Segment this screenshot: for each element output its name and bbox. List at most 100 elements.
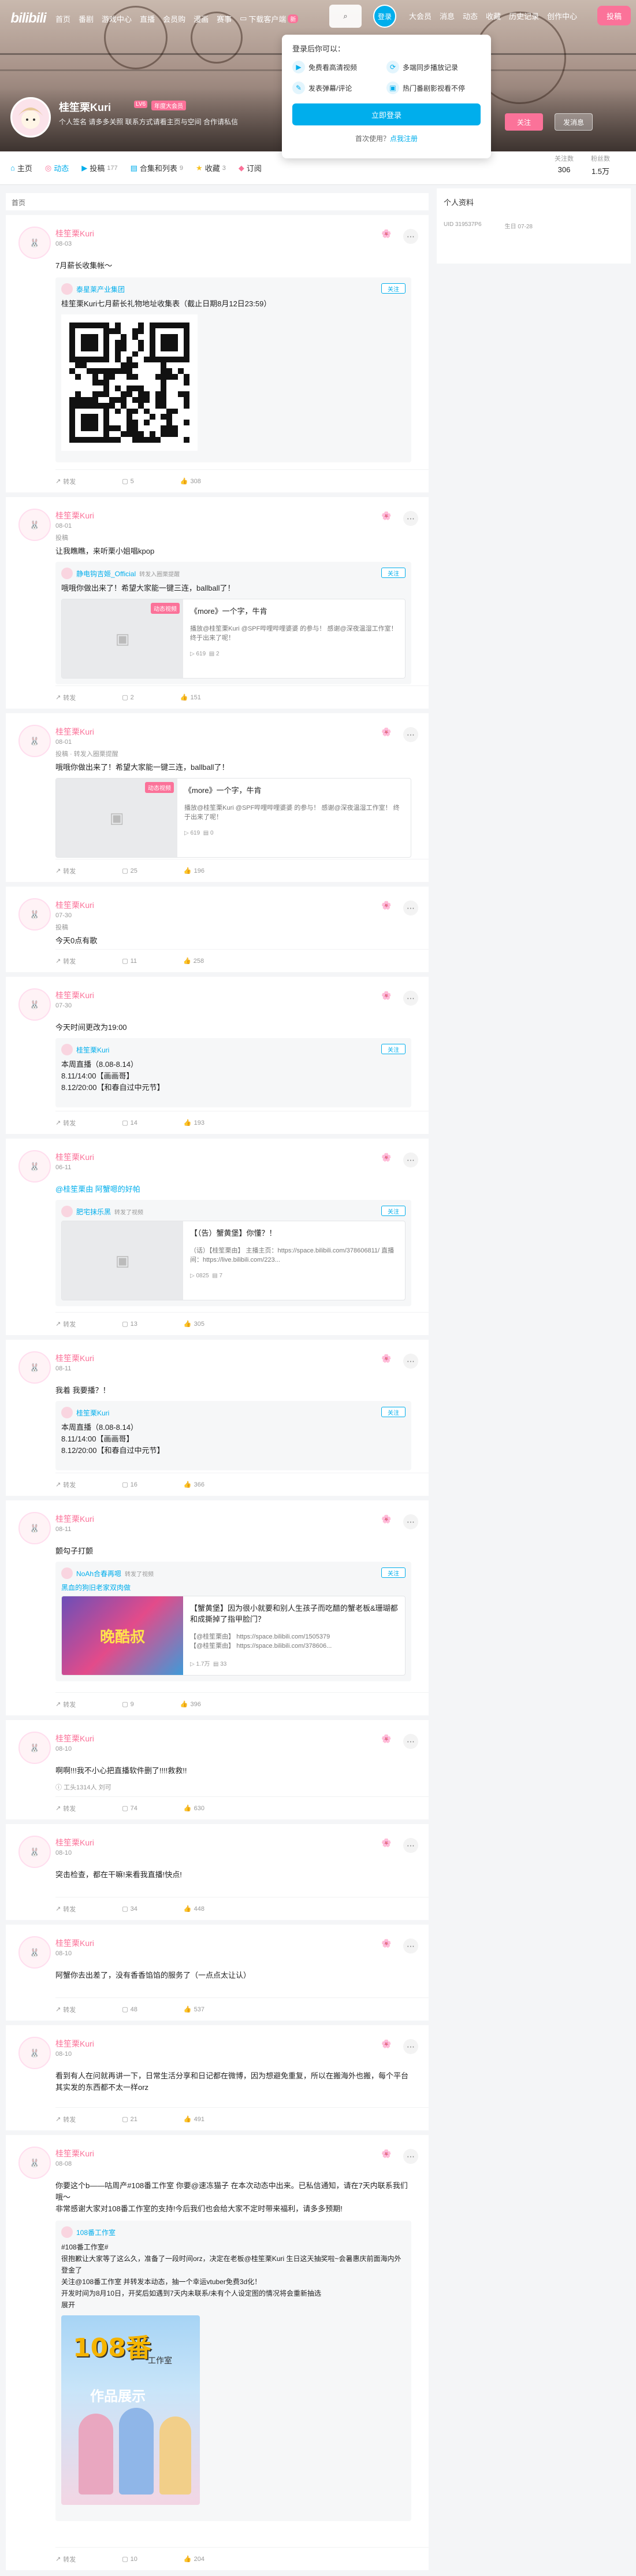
avatar[interactable]: 🐰	[18, 1836, 51, 1868]
quote-author[interactable]: 静电钩吉姬_Official	[76, 569, 136, 579]
more-icon[interactable]: ⋯	[403, 1514, 418, 1529]
nav-download[interactable]: ▭ 下载客户端 新	[240, 13, 299, 24]
more-icon[interactable]: ⋯	[403, 511, 418, 526]
comment-button[interactable]: ▢ 10	[122, 2555, 137, 2563]
nav-live[interactable]: 直播	[140, 13, 155, 24]
like-button[interactable]: 👍 537	[184, 2006, 204, 2014]
quote-author[interactable]: 桂笙栗Kuri	[76, 1408, 109, 1418]
like-button[interactable]: 👍 308	[180, 477, 201, 485]
tab-dynamic[interactable]: ◎ 动态	[45, 162, 69, 173]
avatar[interactable]: 🐰	[18, 1512, 51, 1544]
message-button[interactable]: 发消息	[555, 113, 593, 131]
quote-author[interactable]: 泰星莱产业集团	[76, 284, 125, 294]
profile-avatar[interactable]	[10, 97, 51, 138]
nav-vip[interactable]: 大会员	[409, 10, 432, 21]
comment-button[interactable]: ▢ 34	[122, 1905, 137, 1913]
quote-author[interactable]: 108番工作室	[76, 2227, 116, 2237]
nav-mall[interactable]: 会员购	[163, 13, 185, 24]
card-author[interactable]: 桂笙栗Kuri	[55, 726, 94, 737]
quoted-post[interactable]: 桂笙栗Kuri 关注 本周直播（8.08-8.14） 8.11/14:00【画画…	[55, 1038, 411, 1107]
search-button[interactable]: ⌕	[329, 5, 362, 28]
quote-follow-button[interactable]: 关注	[381, 568, 406, 578]
card-author[interactable]: 桂笙栗Kuri	[55, 2038, 94, 2049]
comment-button[interactable]: ▢ 16	[122, 1481, 137, 1489]
quote-sub[interactable]: 黑血的狗旧老家双肉做	[61, 1582, 406, 1592]
bilibili-logo[interactable]: bilibili	[8, 8, 49, 29]
avatar[interactable]: 🐰	[18, 898, 51, 931]
comment-button[interactable]: ▢ 11	[122, 957, 137, 965]
share-button[interactable]: ↗ 转发	[55, 1118, 76, 1128]
video-card[interactable]: 晚酷叔 【蟹黄堡】因为很小就要和别人生孩子而吃醋的蟹老板&珊瑚都和成撕掉了指甲脸…	[61, 1596, 406, 1676]
share-button[interactable]: ↗ 转发	[55, 477, 76, 486]
avatar[interactable]: 🐰	[18, 509, 51, 541]
stat-fans[interactable]: 粉丝数 1.5万	[591, 154, 610, 176]
quote-author[interactable]: NoAh合春再嗯	[76, 1569, 121, 1578]
avatar[interactable]: 🐰	[18, 227, 51, 259]
share-button[interactable]: ↗ 转发	[55, 2115, 76, 2124]
nav-favorites[interactable]: 收藏	[486, 10, 501, 21]
quote-follow-button[interactable]: 关注	[381, 283, 406, 294]
quote-author[interactable]: 桂笙栗Kuri	[76, 1045, 109, 1055]
tab-favorites[interactable]: ★ 收藏 3	[196, 162, 226, 173]
card-author[interactable]: 桂笙栗Kuri	[55, 1151, 94, 1163]
share-button[interactable]: ↗ 转发	[55, 866, 76, 876]
nav-game[interactable]: 游戏中心	[102, 13, 132, 24]
more-icon[interactable]: ⋯	[403, 1152, 418, 1167]
stat-following[interactable]: 关注数 306	[555, 154, 574, 176]
comment-button[interactable]: ▢ 25	[122, 867, 137, 875]
nav-history[interactable]: 历史记录	[509, 10, 539, 21]
quoted-post[interactable]: 108番工作室 #108番工作室# 很抱歉让大家等了这么久，准备了一段时间orz…	[55, 2221, 411, 2521]
video-card[interactable]: ▣ 动态视频 《more》一个字，牛肯 播放@桂笙栗Kuri @SPF哔哩哔哩婆婆 …	[61, 599, 406, 679]
more-icon[interactable]: ⋯	[403, 1939, 418, 1954]
card-author[interactable]: 桂笙栗Kuri	[55, 899, 94, 911]
avatar[interactable]: 🐰	[18, 2147, 51, 2179]
tab-home[interactable]: ⌂ 主页	[10, 162, 32, 173]
follow-button[interactable]: 关注	[505, 113, 543, 131]
share-button[interactable]: ↗ 转发	[55, 1319, 76, 1329]
quoted-post[interactable]: 静电钩吉姬_Official 转发入圈栗提醒 关注 哦哦你做出来了！希望大家能一键…	[55, 562, 411, 684]
nav-anime[interactable]: 番剧	[79, 13, 94, 24]
quoted-post[interactable]: 泰星莱产业集团 关注 桂笙栗Kuri七月薪长礼物地址收集表（截止日期8月12日2…	[55, 277, 411, 462]
share-button[interactable]: ↗ 转发	[55, 1904, 76, 1914]
quoted-post[interactable]: 桂笙栗Kuri 关注 本周直播（8.08-8.14） 8.11/14:00【画画…	[55, 1401, 411, 1470]
comment-button[interactable]: ▢ 5	[122, 477, 134, 485]
avatar[interactable]: 🐰	[18, 1351, 51, 1384]
video-card[interactable]: ▣ 【（告）蟹黄堡】你懂？！ （话）【桂笙栗由】 主播主页：https://spa…	[61, 1221, 406, 1300]
quote-follow-button[interactable]: 关注	[381, 1407, 406, 1417]
login-avatar-button[interactable]: 登录	[373, 5, 396, 28]
more-icon[interactable]: ⋯	[403, 2149, 418, 2164]
comment-button[interactable]: ▢ 48	[122, 2006, 137, 2014]
more-icon[interactable]: ⋯	[403, 2039, 418, 2054]
avatar[interactable]: 🐰	[18, 1936, 51, 1969]
quote-follow-button[interactable]: 关注	[381, 1567, 406, 1578]
share-button[interactable]: ↗ 转发	[55, 2005, 76, 2014]
nav-esports[interactable]: 赛事	[217, 13, 232, 24]
share-button[interactable]: ↗ 转发	[55, 1700, 76, 1709]
more-icon[interactable]: ⋯	[403, 900, 418, 916]
like-button[interactable]: 👍 204	[184, 2555, 204, 2563]
nav-creator[interactable]: 创作中心	[547, 10, 577, 21]
tab-collections[interactable]: ▤ 合集和列表 9	[131, 162, 183, 173]
share-button[interactable]: ↗ 转发	[55, 1804, 76, 1813]
comment-button[interactable]: ▢ 74	[122, 1804, 137, 1813]
nav-manga[interactable]: 漫画	[194, 13, 209, 24]
nav-dynamics[interactable]: 动态	[463, 10, 478, 21]
avatar[interactable]: 🐰	[18, 1732, 51, 1764]
more-icon[interactable]: ⋯	[403, 229, 418, 244]
card-author[interactable]: 桂笙栗Kuri	[55, 1352, 94, 1364]
share-button[interactable]: ↗ 转发	[55, 1480, 76, 1489]
comment-button[interactable]: ▢ 21	[122, 2115, 137, 2123]
like-button[interactable]: 👍 196	[184, 867, 204, 875]
tab-subscriptions[interactable]: ◆ 订阅	[239, 162, 262, 173]
more-icon[interactable]: ⋯	[403, 727, 418, 742]
comment-button[interactable]: ▢ 14	[122, 1119, 137, 1127]
avatar[interactable]: 🐰	[18, 725, 51, 757]
more-icon[interactable]: ⋯	[403, 1734, 418, 1749]
quoted-post[interactable]: NoAh合春再嗯 转发了视频 关注 黑血的狗旧老家双肉做 晚酷叔 【蟹黄堡】因为很…	[55, 1562, 411, 1681]
quote-author[interactable]: 肥宅抹乐黑	[76, 1207, 111, 1217]
quote-follow-button[interactable]: 关注	[381, 1044, 406, 1054]
avatar[interactable]: 🐰	[18, 1150, 51, 1183]
like-button[interactable]: 👍 491	[184, 2115, 204, 2123]
card-author[interactable]: 桂笙栗Kuri	[55, 510, 94, 521]
card-author[interactable]: 桂笙栗Kuri	[55, 2148, 94, 2159]
